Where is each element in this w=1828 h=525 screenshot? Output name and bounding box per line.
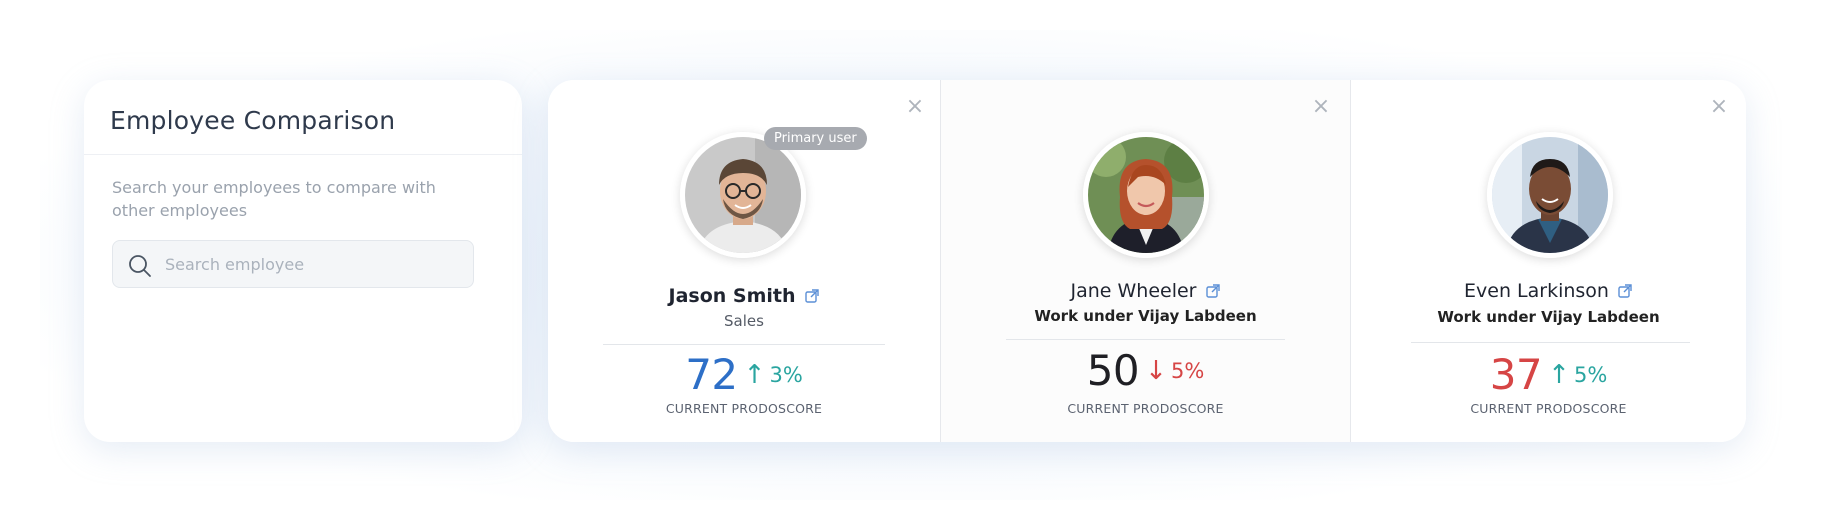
external-link-icon[interactable]	[804, 288, 820, 304]
employee-manager: Work under Vijay Labdeen	[1034, 307, 1257, 325]
employee-card: × Primary user Jason Smith Sales 72 ↑ 3%…	[548, 80, 940, 442]
employee-comparison-panel: Employee Comparison Search your employee…	[84, 80, 522, 442]
avatar	[680, 132, 806, 258]
avatar	[1487, 132, 1613, 258]
employee-name: Even Larkinson	[1464, 280, 1609, 302]
name-row: Jason Smith	[548, 285, 940, 307]
divider	[1006, 339, 1285, 340]
score-row: 37 ↑ 5%	[1351, 350, 1746, 399]
score-label: CURRENT PRODOSCORE	[1470, 401, 1627, 416]
name-row: Even Larkinson	[1351, 280, 1746, 302]
close-icon[interactable]: ×	[1706, 94, 1732, 120]
divider	[1411, 342, 1690, 343]
trend-up-icon: ↑	[743, 359, 766, 390]
score-row: 50 ↓ 5%	[941, 346, 1350, 395]
employee-manager: Work under Vijay Labdeen	[1437, 308, 1660, 326]
score-row: 72 ↑ 3%	[548, 350, 940, 399]
employee-card: × Jane Wheeler Work under Vijay Labdeen …	[940, 80, 1350, 442]
panel-description: Search your employees to compare with ot…	[112, 178, 436, 220]
close-icon[interactable]: ×	[902, 94, 928, 120]
search-input[interactable]	[165, 241, 465, 287]
divider	[603, 344, 885, 345]
employee-department: Sales	[724, 312, 764, 330]
prodoscore-value: 72	[685, 350, 738, 399]
external-link-icon[interactable]	[1617, 283, 1633, 299]
trend-percent: 3%	[769, 362, 803, 387]
close-icon[interactable]: ×	[1308, 94, 1334, 120]
trend-up-icon: ↑	[1548, 359, 1570, 390]
comparison-cards: × Primary user Jason Smith Sales 72 ↑ 3%…	[548, 80, 1746, 442]
score-label: CURRENT PRODOSCORE	[665, 401, 823, 416]
employee-name: Jason Smith	[668, 285, 796, 307]
search-box[interactable]	[112, 240, 474, 288]
prodoscore-value: 50	[1086, 346, 1140, 395]
prodoscore-value: 37	[1489, 350, 1543, 399]
score-label: CURRENT PRODOSCORE	[1067, 401, 1224, 416]
trend-down-icon: ↓	[1145, 355, 1167, 386]
divider	[84, 154, 522, 155]
search-icon	[127, 253, 153, 279]
trend-percent: 5%	[1170, 358, 1205, 383]
panel-title: Employee Comparison	[110, 106, 396, 135]
external-link-icon[interactable]	[1205, 283, 1221, 299]
employee-card: × Even Larkinson Work under Vijay Labdee…	[1350, 80, 1746, 442]
trend-percent: 5%	[1573, 362, 1608, 387]
name-row: Jane Wheeler	[941, 280, 1350, 302]
employee-name: Jane Wheeler	[1070, 280, 1197, 302]
primary-user-badge: Primary user	[764, 127, 867, 150]
avatar	[1083, 132, 1209, 258]
